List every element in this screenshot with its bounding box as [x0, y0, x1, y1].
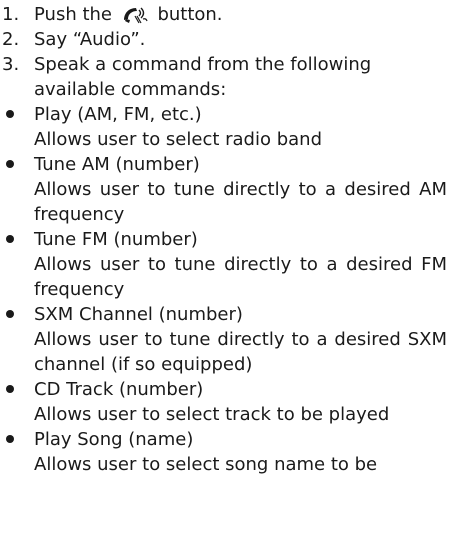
command-name: Tune FM (number): [34, 229, 198, 250]
step-1: 1. Push the button.: [0, 2, 455, 27]
manual-page: 1. Push the button. 2. Say “Audio”. 3. S…: [0, 0, 455, 543]
step-text-suffix: button.: [151, 4, 223, 25]
bullet-marker: [0, 227, 34, 252]
bullet-dot: [6, 435, 14, 443]
step-2: 2. Say “Audio”.: [0, 27, 455, 52]
command-item: CD Track (number) Allows user to select …: [0, 377, 455, 427]
bullet-marker: [0, 152, 34, 177]
command-description: Allows user to tune directly to a desire…: [34, 179, 447, 225]
step-number: 2.: [2, 29, 20, 50]
command-item: Tune FM (number) Allows user to tune dir…: [0, 227, 455, 302]
command-description: Allows user to tune directly to a desire…: [34, 254, 447, 300]
command-name: SXM Channel (number): [34, 304, 243, 325]
step-number: 3.: [2, 54, 20, 75]
command-item: Tune AM (number) Allows user to tune dir…: [0, 152, 455, 227]
command-name: Play (AM, FM, etc.): [34, 104, 202, 125]
step-text: Speak a command from the following avail…: [34, 54, 372, 100]
step-number: 1.: [2, 4, 20, 25]
command-name: Play Song (name): [34, 429, 194, 450]
command-item: Play Song (name) Allows user to select s…: [0, 427, 455, 477]
command-item: Play (AM, FM, etc.) Allows user to selec…: [0, 102, 455, 152]
step-text: Push the button.: [34, 2, 455, 27]
bullet-marker: [0, 302, 34, 327]
bullet-dot: [6, 310, 14, 318]
command-item: SXM Channel (number) Allows user to tune…: [0, 302, 455, 377]
bullet-dot: [6, 385, 14, 393]
command-name: CD Track (number): [34, 379, 204, 400]
voice-talk-icon: [123, 7, 148, 24]
bullet-marker: [0, 377, 34, 402]
bullet-marker: [0, 427, 34, 452]
command-description: Allows user to select track to be played: [34, 404, 390, 425]
bullet-dot: [6, 110, 14, 118]
command-description: Allows user to tune directly to a desire…: [34, 329, 447, 375]
step-text-prefix: Push the: [34, 4, 118, 25]
bullet-dot: [6, 160, 14, 168]
step-text: Say “Audio”.: [34, 29, 146, 50]
command-description: Allows user to select radio band: [34, 129, 323, 150]
step-3: 3. Speak a command from the following av…: [0, 52, 455, 102]
command-description: Allows user to select song name to be: [34, 454, 378, 475]
bullet-marker: [0, 102, 34, 127]
command-name: Tune AM (number): [34, 154, 200, 175]
bullet-dot: [6, 235, 14, 243]
